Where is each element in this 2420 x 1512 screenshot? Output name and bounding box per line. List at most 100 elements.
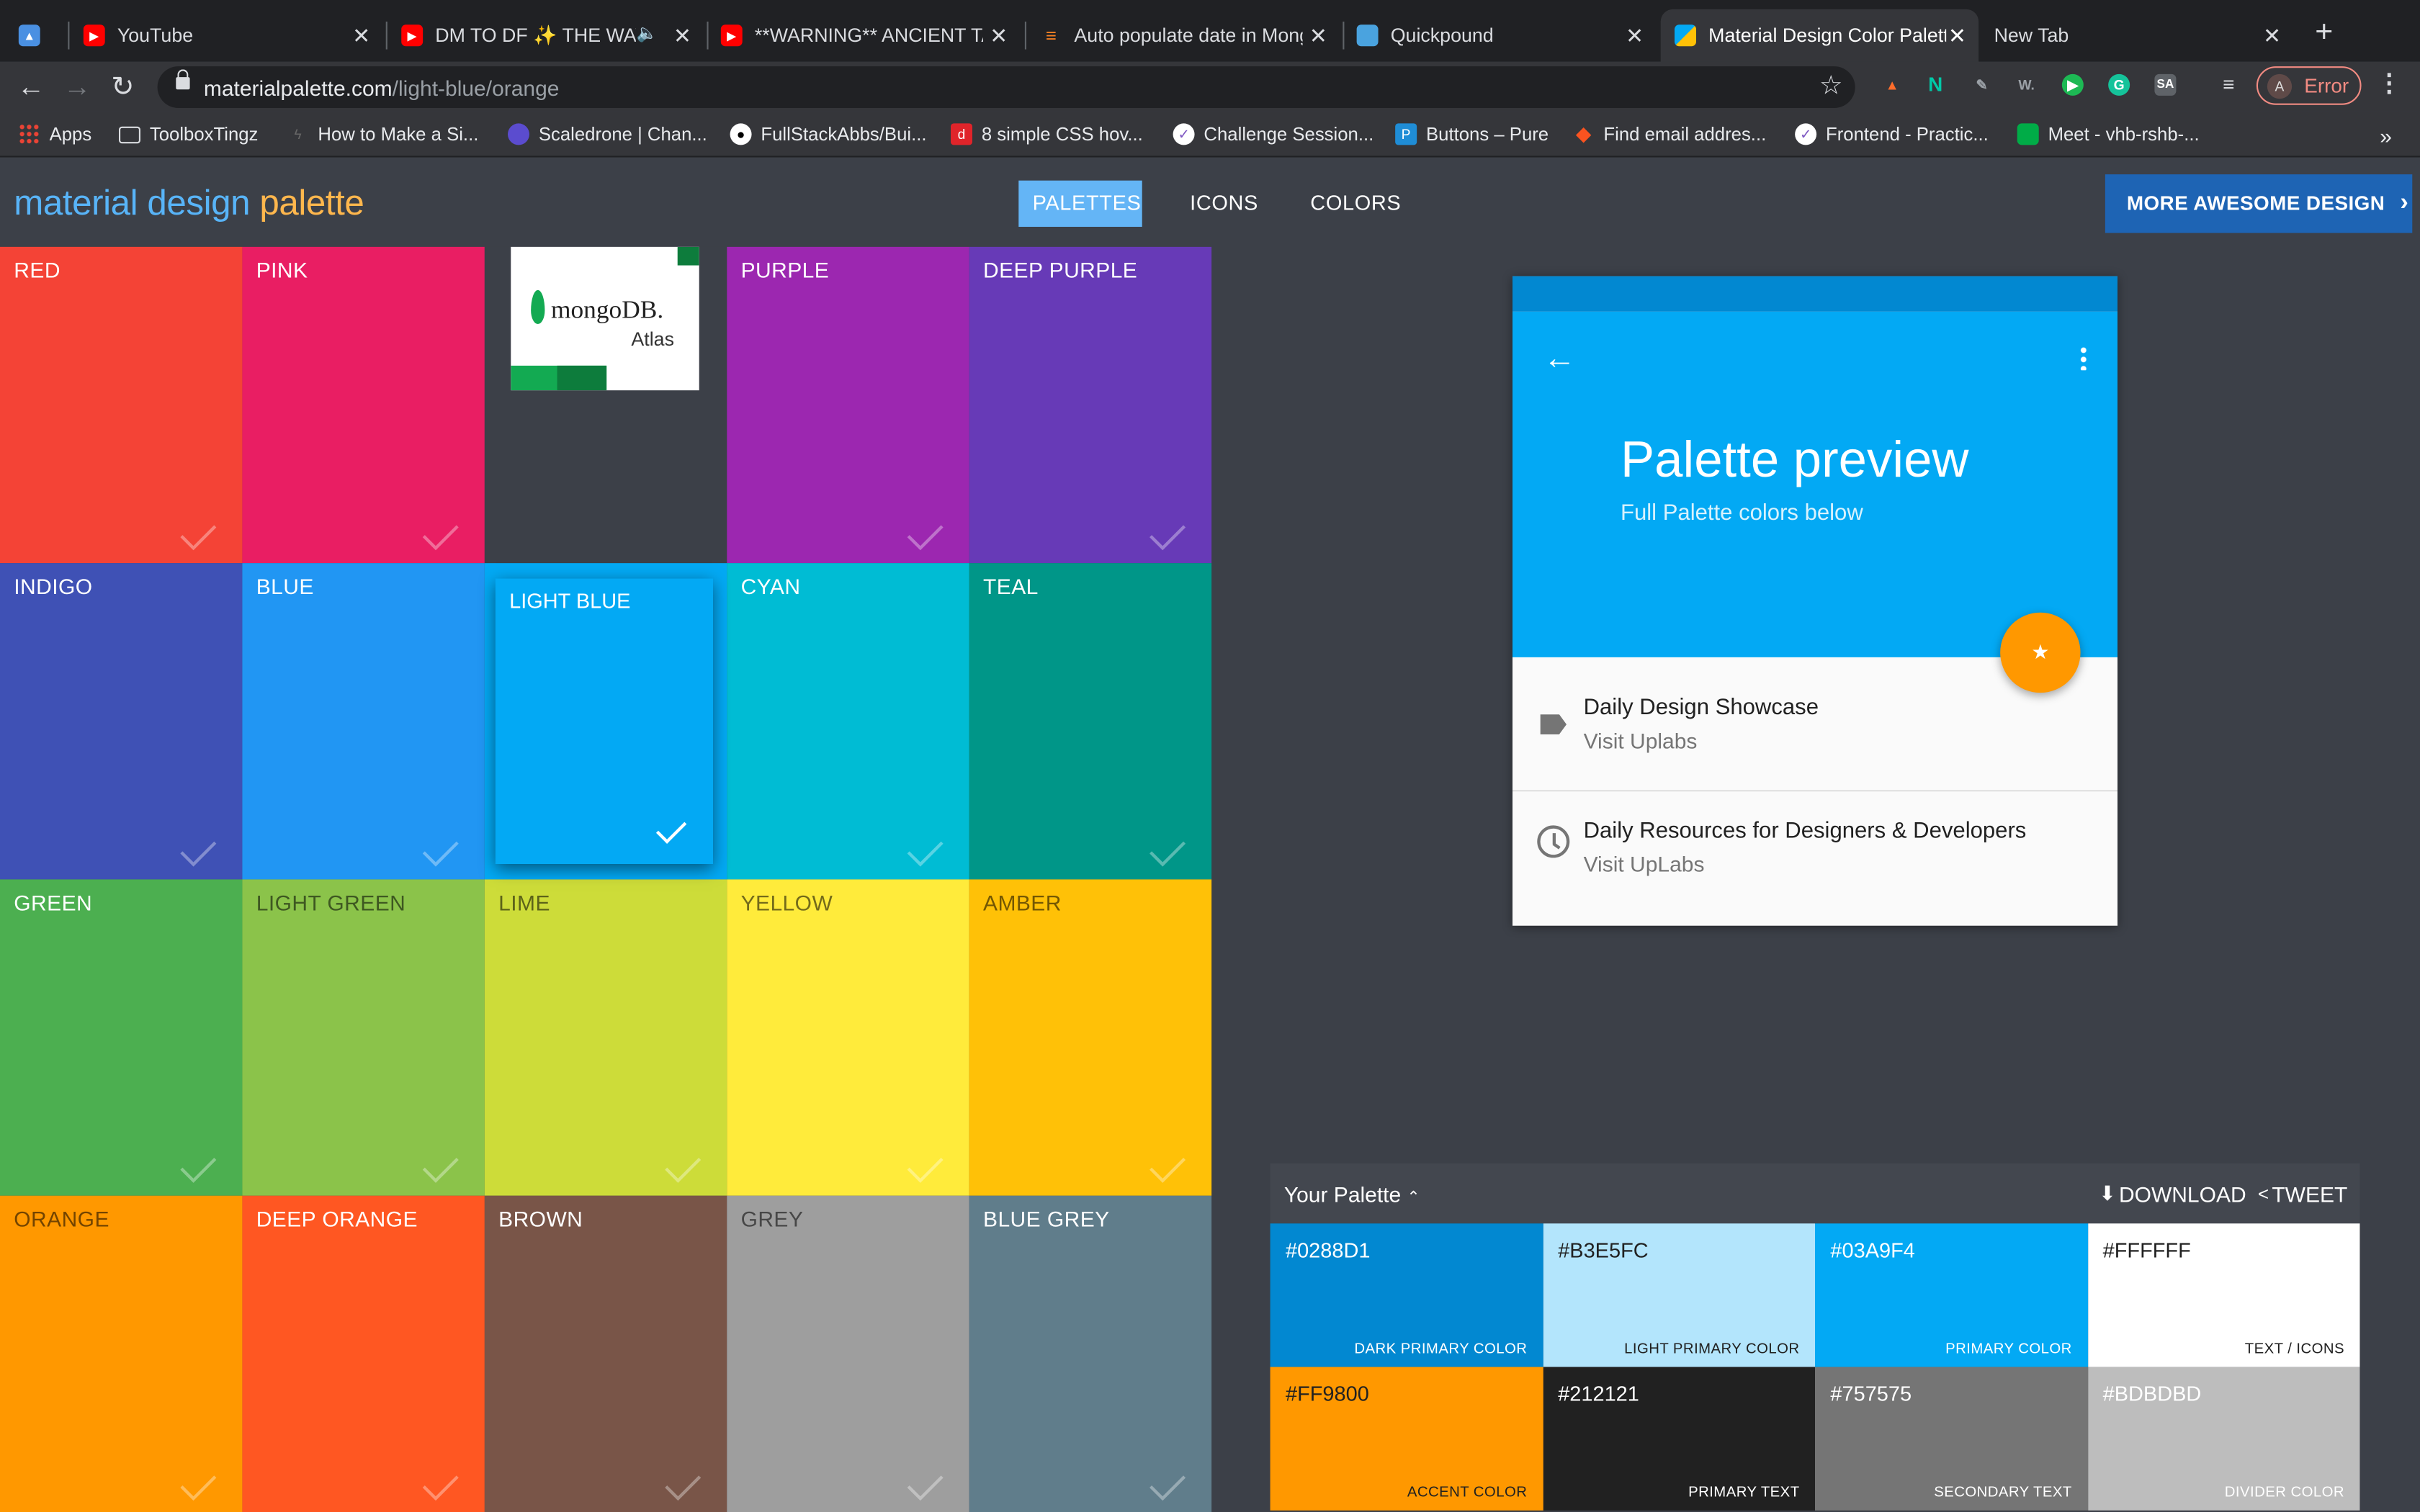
close-icon[interactable]: ✕ [352,23,370,49]
swatch-green[interactable]: GREEN [0,879,243,1196]
swatch-label: BLUE [256,574,314,599]
tab-auto-populate[interactable]: ≡ Auto populate date in Mong ✕ [1040,9,1340,62]
bookmark-label: Frontend - Practic... [1826,123,1989,145]
new-tab-button[interactable]: + [2315,15,2333,50]
list-item-title: Daily Design Showcase [1583,696,1819,721]
swatch-pink[interactable]: PINK [242,246,485,564]
extension-icon[interactable]: ✎ [1971,74,1992,96]
bookmark-css-hover[interactable]: d 8 simple CSS hov... [951,123,1143,145]
menu-icon[interactable]: ⋮ [2377,72,2401,96]
check-icon [1150,1146,1186,1183]
swatch-orange[interactable]: ORANGE [0,1195,243,1512]
mongodb-atlas-ad[interactable]: mongoDB. Atlas [511,246,699,391]
swatch-label: LIME [498,890,550,915]
close-icon[interactable]: ✕ [2263,23,2281,49]
swatch-grey[interactable]: GREY [727,1195,969,1512]
speaker-icon[interactable]: 🔈 [636,23,657,43]
bookmark-challenge-session[interactable]: ✓ Challenge Session... [1173,123,1374,145]
swatch-teal[interactable]: TEAL [969,563,1212,880]
swatch-brown[interactable]: BROWN [484,1195,727,1512]
tab-title: **WARNING** ANCIENT TA [754,24,983,47]
swatch-light-green[interactable]: LIGHT GREEN [242,879,485,1196]
list-item[interactable]: Daily Resources for Designers & Develope… [1512,786,2118,909]
tab-dm-to-df[interactable]: ▶ DM TO DF ✨ THE WAY 🔈 ✕ [401,9,704,62]
palette-color-primary-text[interactable]: #212121 PRIMARY TEXT [1542,1367,1815,1511]
tab-material-palette[interactable]: Material Design Color Palett ✕ [1660,9,1979,62]
swatch-red[interactable]: RED [0,246,243,564]
palette-color-dark-primary-color[interactable]: #0288D1 DARK PRIMARY COLOR [1270,1223,1543,1367]
bookmark-buttons-pure[interactable]: P Buttons – Pure [1395,123,1549,145]
tab-new-tab[interactable]: New Tab ✕ [1994,9,2294,62]
tab-quickpound[interactable]: Quickpound ✕ [1356,9,1657,62]
palette-color-primary-color[interactable]: #03A9F4 PRIMARY COLOR [1815,1223,2088,1367]
swatch-cyan[interactable]: CYAN [727,563,969,880]
bookmark-frontend-practice[interactable]: ✓ Frontend - Practic... [1795,123,1989,145]
swatch-yellow[interactable]: YELLOW [727,879,969,1196]
tab-warning[interactable]: ▶ **WARNING** ANCIENT TA ✕ [720,9,1021,62]
swatch-deep-orange[interactable]: DEEP ORANGE [242,1195,485,1512]
bookmark-toolboxtingz[interactable]: ToolboxTingz [119,123,258,145]
forward-icon[interactable]: → [63,71,91,102]
extension-icon[interactable]: ▲ [1881,74,1903,96]
close-icon[interactable]: ✕ [1309,23,1327,49]
swatch-purple[interactable]: PURPLE [727,246,969,564]
back-icon[interactable]: ← [17,71,45,102]
nav-icons[interactable]: ICONS [1176,181,1272,227]
download-button[interactable]: ⬇ DOWNLOAD [2099,1182,2246,1206]
close-icon[interactable]: ✕ [1948,23,1966,49]
nav-palettes[interactable]: PALETTES [1018,180,1142,227]
extension-icon[interactable]: N [1924,73,1946,96]
bookmark-label: How to Make a Si... [318,123,479,145]
list-item[interactable]: Daily Design Showcase Visit Uplabs [1512,662,2118,785]
site-logo[interactable]: material design palette [14,182,364,224]
swatch-deep-purple[interactable]: DEEP PURPLE [969,246,1212,564]
close-icon[interactable]: ✕ [673,23,691,49]
bookmark-meet[interactable]: Meet - vhb-rshb-... [2017,123,2200,145]
extension-icon[interactable]: ▶ [2061,73,2084,96]
extension-icon[interactable]: W. [2016,74,2038,96]
nav-colors[interactable]: COLORS [1296,181,1415,227]
profile-button[interactable]: A Error [2256,66,2362,105]
swatch-light-blue-selected[interactable]: LIGHT BLUE [495,578,713,864]
back-arrow-icon[interactable]: ← [1543,341,1576,378]
swatch-label: LIGHT GREEN [256,890,406,915]
grammarly-icon[interactable]: G [2108,73,2130,96]
extension-icon[interactable]: SA [2154,73,2177,96]
swatch-blue-grey[interactable]: BLUE GREY [969,1195,1212,1512]
palette-color-divider-color[interactable]: #BDBDBD DIVIDER COLOR [2087,1367,2360,1511]
swatch-lime[interactable]: LIME [484,879,727,1196]
bookmark-how-to-make[interactable]: ϟ How to Make a Si... [287,123,479,145]
reload-icon[interactable]: ↻ [111,71,134,102]
tab-youtube[interactable]: ▶ YouTube ✕ [83,9,383,62]
more-awesome-design-button[interactable]: MORE AWESOME DESIGN › [2105,174,2413,233]
swatch-indigo[interactable]: INDIGO [0,563,243,880]
bookmark-apps[interactable]: Apps [18,123,92,145]
bookmark-scaledrone[interactable]: Scaledrone | Chan... [508,123,707,145]
check-icon [180,830,217,867]
bookmark-label: Challenge Session... [1204,123,1374,145]
swatch-blue[interactable]: BLUE [242,563,485,880]
more-vert-icon[interactable] [2080,346,2087,371]
ad-product: Atlas [631,328,674,351]
hunter-icon: ◆ [1575,122,1592,145]
bookmark-label: Apps [49,123,92,145]
close-icon[interactable]: ✕ [1626,23,1644,49]
bookmark-find-email[interactable]: ◆ Find email addres... [1573,122,1766,145]
palette-toggle[interactable]: Your Palette ⌃ [1284,1182,1420,1206]
screen: ▲ ▶ YouTube ✕ ▶ DM TO DF ✨ THE WAY 🔈 ✕ ▶… [0,0,2420,1512]
bookmarks-overflow-button[interactable]: » [2380,123,2392,148]
check-badge-icon: ✓ [1173,123,1195,145]
bookmark-star-icon[interactable]: ☆ [1819,71,1843,102]
close-icon[interactable]: ✕ [990,23,1008,49]
tweet-button[interactable]: < TWEET [2258,1182,2347,1206]
tab-pinned[interactable]: ▲ [18,9,62,62]
swatch-amber[interactable]: AMBER [969,879,1212,1196]
palette-color-light-primary-color[interactable]: #B3E5FC LIGHT PRIMARY COLOR [1542,1223,1815,1367]
palette-color-secondary-text[interactable]: #757575 SECONDARY TEXT [1815,1367,2088,1511]
bookmark-fullstackabbs[interactable]: ● FullStackAbbs/Bui... [730,123,927,145]
site-icon: d [951,123,972,145]
palette-color-text-icons[interactable]: #FFFFFF TEXT / ICONS [2087,1223,2360,1367]
media-control-icon[interactable]: ≡ [2218,73,2239,96]
address-bar[interactable]: materialpalette.com/light-blue/orange ☆ [157,66,1855,108]
palette-color-accent-color[interactable]: #FF9800 ACCENT COLOR [1270,1367,1543,1511]
